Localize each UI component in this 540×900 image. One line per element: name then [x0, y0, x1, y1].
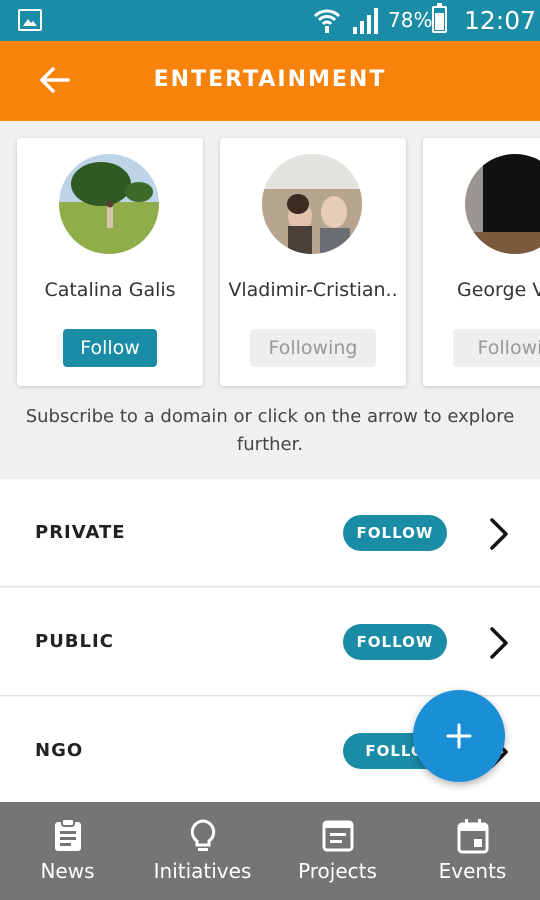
avatar	[262, 154, 362, 254]
subscribe-hint: Subscribe to a domain or click on the ar…	[25, 406, 515, 455]
domain-label: NGO	[35, 740, 84, 761]
nav-item-news[interactable]: News	[0, 802, 135, 900]
person-name: George V	[457, 279, 540, 301]
domain-follow-button[interactable]: FOLLOW	[343, 624, 447, 660]
gallery-icon	[18, 9, 42, 31]
chevron-right-icon[interactable]	[488, 626, 510, 660]
battery-icon	[432, 3, 447, 33]
follow-button[interactable]: Follow	[63, 329, 157, 367]
person-card[interactable]: George V Followin	[423, 138, 540, 386]
people-carousel[interactable]: Catalina Galis Follow Vladimir-Cristian.…	[0, 121, 540, 479]
avatar	[59, 154, 159, 254]
person-name: Catalina Galis	[44, 279, 176, 301]
nav-item-events[interactable]: Events	[405, 802, 540, 900]
person-name: Vladimir-Cristian..	[228, 279, 398, 301]
status-bar: 78% 12:07	[0, 0, 540, 41]
following-button[interactable]: Following	[250, 329, 376, 367]
nav-item-initiatives[interactable]: Initiatives	[135, 802, 270, 900]
domain-label: PRIVATE	[35, 522, 126, 543]
clipboard-icon	[54, 818, 81, 851]
following-button[interactable]: Followin	[453, 329, 540, 367]
nav-label: Events	[438, 859, 507, 883]
chevron-right-icon[interactable]	[488, 517, 510, 551]
lightbulb-icon	[190, 819, 215, 851]
avatar	[465, 154, 540, 254]
document-icon	[322, 820, 353, 852]
person-card[interactable]: Catalina Galis Follow	[17, 138, 203, 386]
domain-row-public[interactable]: PUBLIC FOLLOW	[0, 588, 540, 696]
domain-follow-button[interactable]: FOLLOW	[343, 515, 447, 551]
app-bar: ENTERTAINMENT	[0, 41, 540, 121]
nav-label: Projects	[298, 859, 377, 883]
bottom-nav: News Initiatives Projects Events	[0, 802, 540, 900]
signal-icon	[353, 8, 378, 34]
person-card[interactable]: Vladimir-Cristian.. Following	[220, 138, 406, 386]
calendar-icon	[457, 819, 488, 854]
domain-label: PUBLIC	[35, 631, 114, 652]
add-fab-button[interactable]	[413, 690, 505, 782]
domain-row-private[interactable]: PRIVATE FOLLOW	[0, 479, 540, 587]
wifi-icon	[313, 9, 341, 33]
nav-label: News	[40, 859, 95, 883]
page-title: ENTERTAINMENT	[153, 67, 387, 92]
plus-icon	[446, 723, 472, 749]
nav-label: Initiatives	[153, 859, 252, 883]
status-clock: 12:07	[464, 6, 537, 35]
nav-item-projects[interactable]: Projects	[270, 802, 405, 900]
battery-percentage: 78%	[388, 8, 433, 32]
